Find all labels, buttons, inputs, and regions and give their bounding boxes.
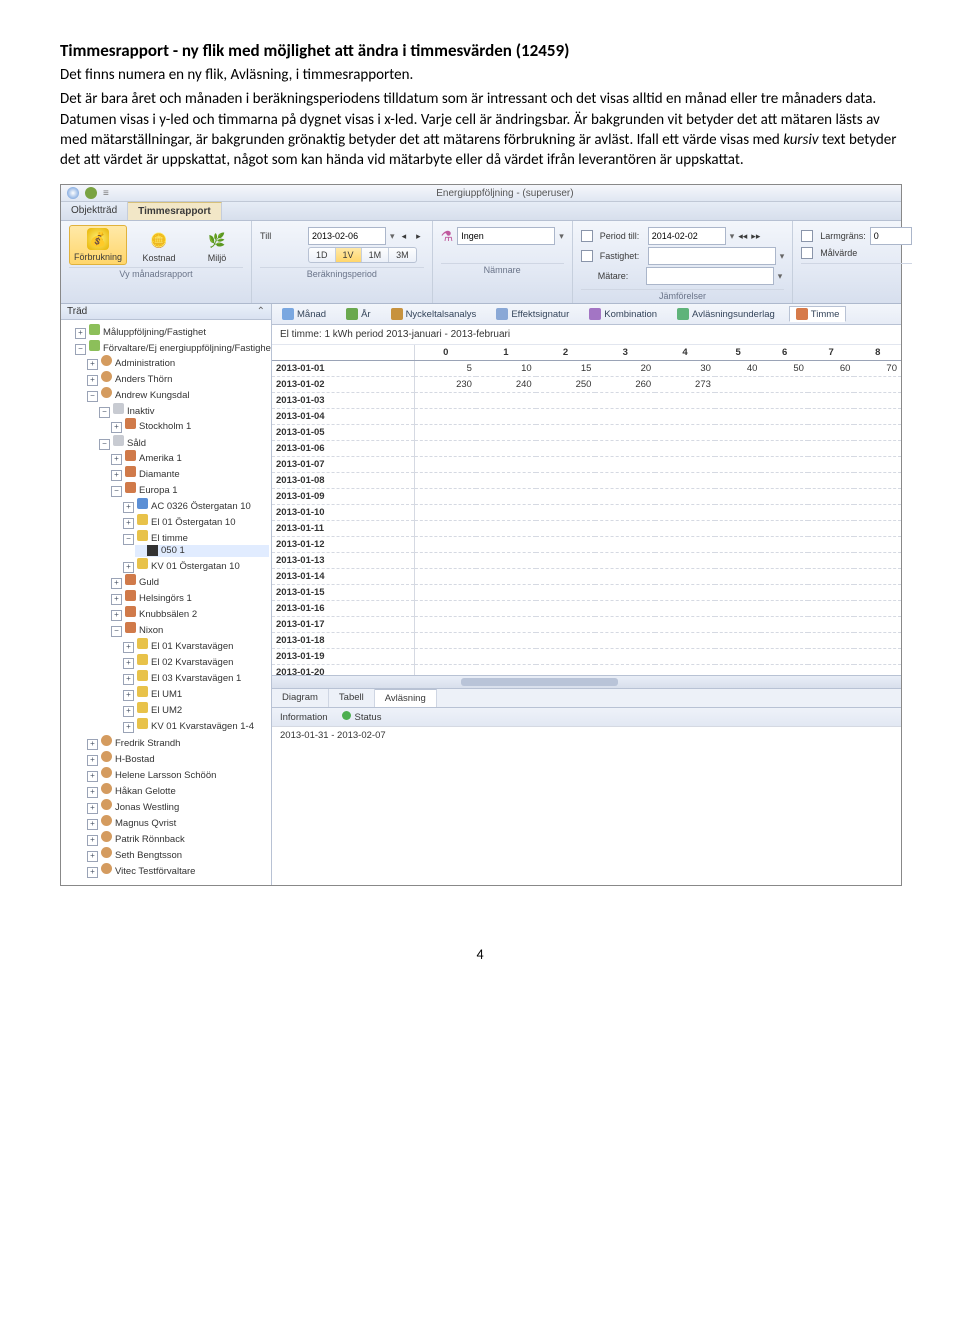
titlebar: ≡ Energiuppföljning - (superuser) (61, 185, 901, 202)
tab-objekttrad[interactable]: Objektträd (61, 202, 128, 220)
tab-ar[interactable]: År (340, 307, 377, 321)
seg-3m[interactable]: 3M (389, 248, 416, 262)
calendar-icon (282, 308, 294, 320)
seg-1d[interactable]: 1D (309, 248, 336, 262)
qat-icon[interactable] (85, 187, 97, 199)
seg-1v[interactable]: 1V (336, 248, 362, 262)
larmgrans-check[interactable] (801, 230, 813, 242)
tab-timmesrapport[interactable]: Timmesrapport (128, 202, 222, 220)
dropdown-icon[interactable]: ▾ (780, 251, 785, 262)
dropdown-icon[interactable]: ▾ (778, 271, 783, 282)
app-icon (67, 187, 79, 199)
matare-input[interactable] (646, 267, 774, 285)
info-label[interactable]: Information (280, 712, 328, 723)
period-till-input[interactable] (648, 227, 726, 245)
hour-grid[interactable]: 012345678 2013-01-0151015203040506070201… (272, 345, 901, 675)
chart-icon (391, 308, 403, 320)
larmgrans-input[interactable] (870, 227, 912, 245)
tab-nyckel[interactable]: Nyckeltalsanalys (385, 307, 483, 321)
doc-heading: Timmesrapport - ny flik med möjlighet at… (60, 40, 900, 61)
italic-word: kursiv (783, 131, 818, 149)
tab-kombi[interactable]: Kombination (583, 307, 663, 321)
doc-para-1: Det finns numera en ny flik, Avläsning, … (60, 65, 900, 85)
dropdown-icon[interactable]: ▾ (390, 231, 395, 242)
till-date-input[interactable] (308, 227, 386, 245)
report-tabs: Månad År Nyckeltalsanalys Effektsignatur… (272, 304, 901, 325)
upper-tabs: Objektträd Timmesrapport (61, 202, 901, 221)
tree-body[interactable]: +Måluppföljning/Fastighet −Förvaltare/Ej… (61, 320, 271, 885)
lower-tab-diagram[interactable]: Diagram (272, 689, 329, 707)
doc-para-2: Det är bara året och månaden i beräkning… (60, 89, 900, 170)
bag-icon: 💰 (87, 228, 109, 250)
scatter-icon (496, 308, 508, 320)
matare-label: Mätare: (598, 271, 642, 281)
report-caption: El timme: 1 kWh period 2013-januari - 20… (272, 325, 901, 345)
clock-icon (796, 308, 808, 320)
tree-title: Träd (67, 306, 87, 317)
ribbon: 💰 Förbrukning 🪙 Kostnad 🌿 Miljö Vy månad… (61, 221, 901, 304)
doc-icon (677, 308, 689, 320)
miljo-button[interactable]: 🌿 Miljö (191, 227, 243, 265)
dropdown-icon[interactable]: ▾ (559, 231, 564, 242)
flask-icon: ⚗ (441, 228, 454, 245)
group-caption-jamforelser: Jämförelser (581, 289, 785, 301)
malvarde-label: Målvärde (820, 248, 864, 258)
tab-manad[interactable]: Månad (276, 307, 332, 321)
lower-tab-avlasning[interactable]: Avläsning (375, 689, 437, 707)
tab-timme[interactable]: Timme (789, 306, 847, 322)
tab-avlas[interactable]: Avläsningsunderlag (671, 307, 781, 321)
kostnad-button[interactable]: 🪙 Kostnad (133, 227, 185, 265)
leaf-icon: 🌿 (206, 229, 228, 251)
seg-1m[interactable]: 1M (362, 248, 390, 262)
h-scrollbar[interactable] (272, 675, 901, 688)
forbrukning-button[interactable]: 💰 Förbrukning (69, 225, 127, 265)
lower-tabs: Diagram Tabell Avläsning (272, 688, 901, 707)
malvarde-check[interactable] (801, 247, 813, 259)
report-panel: Månad År Nyckeltalsanalys Effektsignatur… (272, 304, 901, 885)
fastighet-label: Fastighet: (600, 251, 644, 261)
info-bar: Information Status (272, 707, 901, 726)
prev2-icon[interactable]: ◂◂ (738, 231, 747, 242)
status-strip: 2013-01-31 - 2013-02-07 (272, 726, 901, 744)
period-segment: 1D 1V 1M 3M (308, 247, 417, 263)
lower-tab-tabell[interactable]: Tabell (329, 689, 375, 707)
next-icon[interactable]: ▸ (413, 231, 424, 242)
larmgrans-label: Larmgräns: (820, 231, 866, 241)
namnare-select[interactable] (457, 227, 555, 245)
group-caption-namnare: Nämnare (441, 263, 564, 275)
till-label: Till (260, 231, 304, 241)
fastighet-input[interactable] (648, 247, 776, 265)
prev-icon[interactable]: ◂ (399, 231, 410, 242)
status-dot-icon (342, 711, 351, 720)
status-label[interactable]: Status (355, 712, 382, 723)
coins-icon: 🪙 (148, 229, 170, 251)
period-till-label: Period till: (600, 231, 644, 241)
fastighet-check[interactable] (581, 250, 593, 262)
page-number: 4 (60, 946, 900, 963)
combo-icon (589, 308, 601, 320)
next2-icon[interactable]: ▸▸ (751, 231, 760, 242)
tab-effekt[interactable]: Effektsignatur (490, 307, 575, 321)
group-caption-vy: Vy månadsrapport (69, 267, 243, 279)
group-caption-period: Beräkningsperiod (260, 267, 424, 279)
calendar-icon (346, 308, 358, 320)
tree-panel: Träd ⌃ +Måluppföljning/Fastighet −Förval… (61, 304, 272, 885)
dropdown-icon[interactable]: ▾ (730, 231, 735, 242)
window-title: Energiuppföljning - (superuser) (436, 188, 573, 199)
collapse-icon[interactable]: ⌃ (257, 306, 265, 317)
app-window: ≡ Energiuppföljning - (superuser) Objekt… (60, 184, 902, 886)
period-till-check[interactable] (581, 230, 593, 242)
